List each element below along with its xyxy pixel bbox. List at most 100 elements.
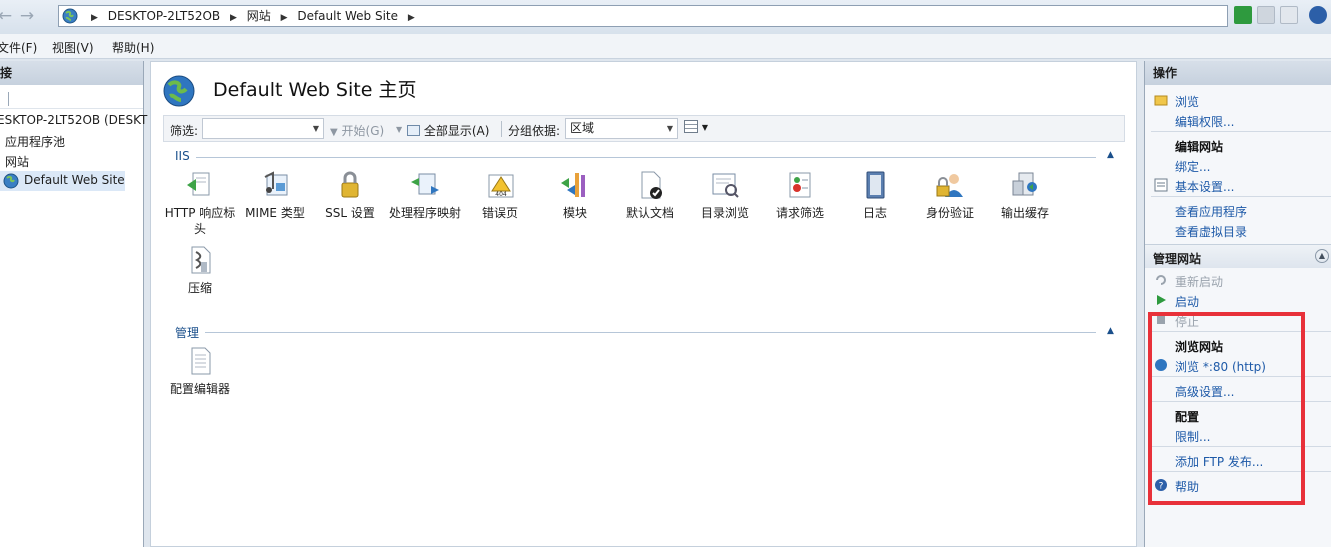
feature-tile[interactable]: 压缩 — [162, 244, 238, 296]
feature-tile[interactable]: 模块 — [537, 169, 613, 221]
restart-icon — [1156, 275, 1166, 285]
divider — [1151, 196, 1331, 197]
feature-label: 输出缓存 — [1000, 206, 1049, 220]
show-all-icon — [407, 125, 420, 136]
request-filtering-icon — [789, 172, 811, 198]
edit-permissions-link[interactable]: 编辑权限... — [1175, 113, 1234, 130]
address-bar: ← → ▶ DESKTOP-2LT52OB ▶ 网站 ▶ Default Web… — [0, 0, 1331, 34]
chevron-down-icon[interactable]: ▼ — [396, 125, 402, 134]
view-applications-link[interactable]: 查看应用程序 — [1175, 203, 1247, 220]
menu-file[interactable]: 文件(F) — [0, 39, 37, 56]
breadcrumb-server[interactable]: DESKTOP-2LT52OB — [108, 9, 220, 23]
start-link[interactable]: 启动 — [1175, 293, 1199, 310]
menu-view[interactable]: 视图(V) — [52, 39, 94, 56]
chevron-right-icon[interactable]: ▶ — [91, 13, 98, 23]
output-caching-icon — [1012, 172, 1037, 196]
funnel-icon: ▼ — [330, 127, 338, 138]
chevron-right-icon[interactable]: ▶ — [230, 13, 237, 23]
default-document-icon — [641, 171, 662, 199]
mime-types-icon — [264, 171, 288, 196]
feature-tile[interactable]: 配置编辑器 — [162, 345, 238, 397]
section-divider — [196, 157, 1096, 158]
restart-link[interactable]: 重新启动 — [1175, 273, 1223, 290]
basic-settings-icon — [1154, 178, 1168, 192]
ssl-settings-icon — [341, 171, 359, 198]
tree-item-server[interactable]: ESKTOP-2LT52OB (DESKT — [0, 113, 147, 127]
stop-icon[interactable] — [1257, 6, 1275, 24]
group-by-select[interactable]: 区域 ▼ — [565, 118, 678, 139]
compression-icon — [191, 246, 211, 274]
highlight-box — [1148, 312, 1305, 505]
feature-label: 错误页 — [481, 206, 518, 220]
forward-arrow-icon[interactable]: → — [16, 3, 38, 29]
collapse-chevron-icon[interactable]: ▲ — [1107, 150, 1114, 160]
home-icon[interactable] — [1280, 6, 1298, 24]
page-title: Default Web Site 主页 — [213, 79, 417, 101]
filter-label: 筛选: — [170, 124, 199, 138]
feature-label: 默认文档 — [625, 206, 674, 220]
directory-browsing-icon — [712, 173, 739, 198]
feature-tile[interactable]: SSL 设置 — [312, 169, 388, 221]
tree-item-app-pools[interactable]: 应用程序池 — [5, 133, 65, 150]
back-arrow-icon[interactable]: ← — [0, 3, 16, 29]
filter-input[interactable]: ▼ — [202, 118, 324, 139]
feature-tile[interactable]: 404 错误页 — [462, 169, 538, 221]
go-button[interactable]: ▼ 开始(G) — [330, 122, 384, 139]
feature-tile[interactable]: 请求筛选 — [762, 169, 838, 221]
filter-bar: 筛选: ▼ ▼ 开始(G) ▼ 全部显示(A) 分组依据: 区域 ▼ ▼ — [163, 115, 1125, 142]
connections-header: 接 — [0, 61, 143, 85]
group-by-label: 分组依据: — [508, 124, 561, 138]
view-mode-icon — [684, 120, 698, 133]
view-virtual-dirs-link[interactable]: 查看虚拟目录 — [1175, 223, 1247, 240]
manage-site-title: 管理网站 — [1153, 252, 1202, 266]
feature-tile[interactable]: HTTP 响应标头 — [162, 169, 238, 237]
tree-item-sites[interactable]: 网站 — [5, 153, 29, 170]
browse-folder-icon — [1154, 95, 1168, 106]
section-divider — [203, 332, 1096, 333]
features-view: Default Web Site 主页 筛选: ▼ ▼ 开始(G) ▼ 全部显示… — [150, 61, 1137, 547]
browse-link[interactable]: 浏览 — [1175, 93, 1199, 110]
feature-label: 日志 — [862, 206, 887, 220]
feature-label: 请求筛选 — [775, 206, 824, 220]
feature-tile[interactable]: 日志 — [837, 169, 913, 221]
collapse-chevron-icon[interactable]: ▲ — [1107, 326, 1114, 336]
breadcrumb-sites[interactable]: 网站 — [247, 9, 271, 23]
basic-settings-link[interactable]: 基本设置... — [1175, 178, 1234, 195]
feature-tile[interactable]: 目录浏览 — [687, 169, 763, 221]
handler-mappings-icon — [411, 173, 439, 195]
tree-item-default-site[interactable]: Default Web Site — [0, 171, 125, 191]
help-icon[interactable] — [1309, 6, 1327, 24]
http-response-headers-icon — [187, 172, 210, 196]
feature-label: HTTP 响应标头 — [164, 206, 236, 236]
menu-help[interactable]: 帮助(H) — [112, 39, 154, 56]
bindings-link[interactable]: 绑定... — [1175, 158, 1210, 175]
feature-label: 处理程序映射 — [388, 206, 461, 220]
chevron-right-icon[interactable]: ▶ — [281, 13, 288, 23]
chevron-right-icon[interactable]: ▶ — [408, 13, 415, 23]
feature-tile[interactable]: 输出缓存 — [987, 169, 1063, 221]
feature-label: 目录浏览 — [700, 206, 749, 220]
error-pages-icon: 404 — [488, 174, 514, 198]
collapse-chevron-icon[interactable]: ▲ — [1315, 249, 1329, 263]
actions-header: 操作 — [1145, 61, 1331, 85]
feature-tile[interactable]: 默认文档 — [612, 169, 688, 221]
authentication-icon — [936, 174, 963, 197]
feature-label: 压缩 — [187, 281, 212, 295]
refresh-icon[interactable] — [1234, 6, 1252, 24]
breadcrumb-site[interactable]: Default Web Site — [297, 9, 398, 23]
view-mode-button[interactable]: ▼ — [684, 120, 708, 136]
address-field[interactable]: ▶ DESKTOP-2LT52OB ▶ 网站 ▶ Default Web Sit… — [58, 5, 1228, 27]
toolbar-divider — [501, 121, 502, 137]
configuration-editor-icon — [191, 347, 211, 375]
edit-site-group: 编辑网站 — [1175, 140, 1224, 154]
svg-text:404: 404 — [495, 191, 507, 198]
feature-tile[interactable]: MIME 类型 — [237, 169, 313, 221]
manage-site-header: 管理网站 ▲ — [1145, 244, 1331, 268]
show-all-button[interactable]: 全部显示(A) — [407, 122, 489, 139]
feature-label: SSL 设置 — [325, 206, 375, 220]
chevron-down-icon: ▼ — [701, 123, 708, 132]
globe-icon — [62, 8, 78, 24]
feature-tile[interactable]: 身份验证 — [912, 169, 988, 221]
menu-bar: 文件(F) 视图(V) 帮助(H) — [0, 34, 1331, 59]
feature-tile[interactable]: 处理程序映射 — [387, 169, 463, 221]
